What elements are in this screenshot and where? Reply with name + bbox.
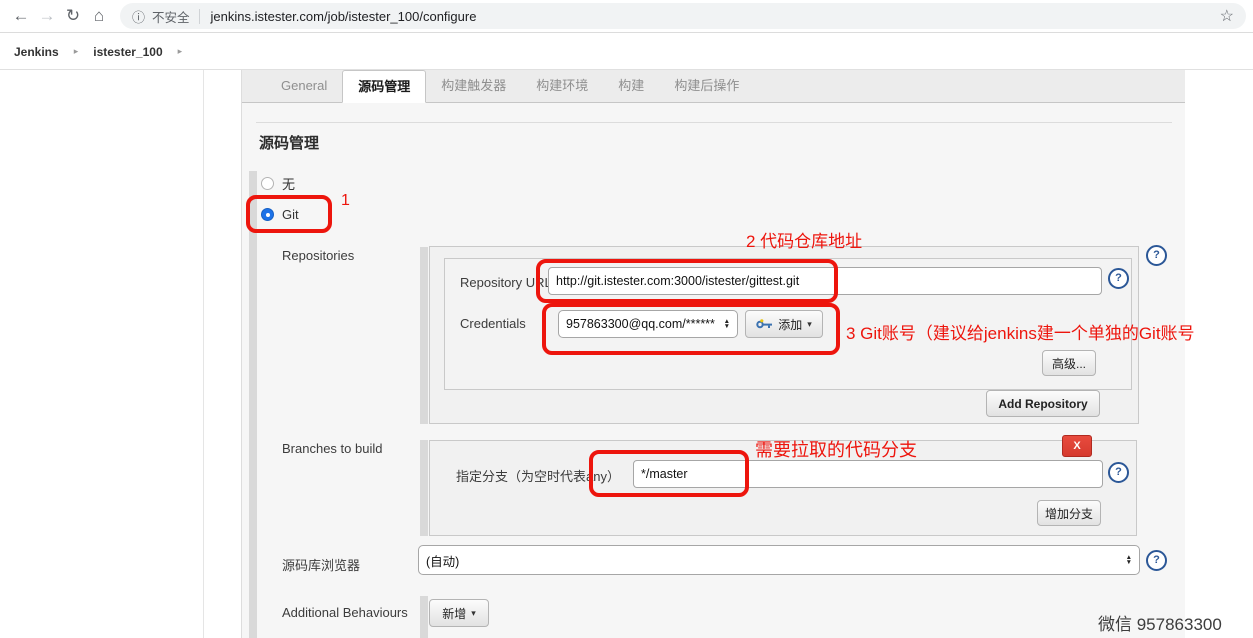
tab-build[interactable]: 构建 [603,70,659,102]
sidebar-divider [203,70,204,638]
add-credential-button[interactable]: 添加 ▾ [745,310,823,338]
credentials-label: Credentials [460,316,526,331]
help-icon[interactable]: ? [1146,245,1167,266]
branches-label: Branches to build [282,441,382,456]
tab-general[interactable]: General [266,70,342,102]
breadcrumb: Jenkins ▸ istester_100 ▸ [0,34,1253,70]
breadcrumb-job[interactable]: istester_100 [93,45,162,59]
chevron-right-icon: ▸ [74,46,79,57]
delete-branch-label: X [1073,440,1080,452]
chevron-right-icon: ▸ [178,46,183,57]
branch-specifier-label: 指定分支（为空时代表any） [456,466,620,485]
help-icon[interactable]: ? [1146,550,1167,571]
branch-specifier-input[interactable] [633,460,1103,488]
section-divider [256,122,1172,123]
repo-browser-value: (自动) [426,551,459,570]
screen: ← → ↻ ⌂ ⓘ 不安全 jenkins.istester.com/job/i… [0,0,1253,638]
bookmark-star-icon[interactable]: ☆ [1220,6,1234,26]
key-icon [756,319,773,329]
tab-scm[interactable]: 源码管理 [342,70,426,103]
repo-browser-label: 源码库浏览器 [282,555,360,574]
delete-branch-button[interactable]: X [1062,435,1092,457]
branches-panel [429,440,1137,536]
tab-build-env[interactable]: 构建环境 [521,70,603,102]
credentials-select[interactable]: 957863300@qq.com/****** ▲▼ [558,310,738,338]
info-icon[interactable]: ⓘ [132,7,145,26]
config-content: General 源码管理 构建触发器 构建环境 构建 构建后操作 源码管理 无 … [241,70,1185,638]
branches-strip [420,440,428,536]
radio-checked-icon[interactable] [261,208,274,221]
add-behaviour-label: 新增 [442,605,466,622]
repository-url-input[interactable] [548,267,1102,295]
reload-icon[interactable]: ↻ [60,6,86,26]
credentials-value: 957863300@qq.com/****** [566,317,715,331]
annotation-step1: 1 [341,192,350,210]
scm-option-none-label: 无 [282,174,295,193]
advanced-button-label: 高级... [1052,355,1086,372]
behaviours-strip [420,596,428,638]
back-icon[interactable]: ← [8,6,34,26]
advanced-button[interactable]: 高级... [1042,350,1096,376]
breadcrumb-jenkins[interactable]: Jenkins [14,45,59,59]
chevron-down-icon: ▾ [471,608,476,619]
browser-toolbar: ← → ↻ ⌂ ⓘ 不安全 jenkins.istester.com/job/i… [0,0,1253,33]
watermark-text: 微信 957863300 [1098,610,1222,635]
radio-unchecked-icon[interactable] [261,177,274,190]
tab-build-triggers[interactable]: 构建触发器 [426,70,521,102]
additional-behaviours-label: Additional Behaviours [282,605,408,620]
url-text[interactable]: jenkins.istester.com/job/istester_100/co… [211,9,1220,24]
tab-post-build[interactable]: 构建后操作 [659,70,754,102]
add-repository-button[interactable]: Add Repository [986,390,1100,417]
scm-option-git[interactable]: Git [261,207,299,222]
repository-url-label: Repository URL [460,275,552,290]
stepper-icon: ▲▼ [1126,555,1132,565]
home-icon[interactable]: ⌂ [86,6,112,26]
chevron-down-icon: ▾ [807,319,812,330]
scm-option-git-label: Git [282,207,299,222]
help-icon[interactable]: ? [1108,268,1129,289]
add-credential-label: 添加 [778,316,802,333]
add-behaviour-button[interactable]: 新增 ▾ [429,599,489,627]
add-branch-button[interactable]: 增加分支 [1037,500,1101,526]
repo-browser-select[interactable]: (自动) ▲▼ [418,545,1140,575]
forward-icon[interactable]: → [34,6,60,26]
scm-section-strip [249,171,257,638]
address-divider [199,9,200,24]
security-label: 不安全 [152,7,190,26]
help-icon[interactable]: ? [1108,462,1129,483]
repositories-strip [420,247,428,424]
config-tabbar: General 源码管理 构建触发器 构建环境 构建 构建后操作 [242,70,1185,103]
page-title: 源码管理 [259,132,319,153]
scm-option-none[interactable]: 无 [261,174,295,193]
address-bar[interactable]: ⓘ 不安全 jenkins.istester.com/job/istester_… [120,3,1246,29]
stepper-icon: ▲▼ [724,319,730,329]
repositories-label: Repositories [282,248,354,263]
add-repository-label: Add Repository [998,397,1087,411]
add-branch-label: 增加分支 [1045,505,1093,522]
